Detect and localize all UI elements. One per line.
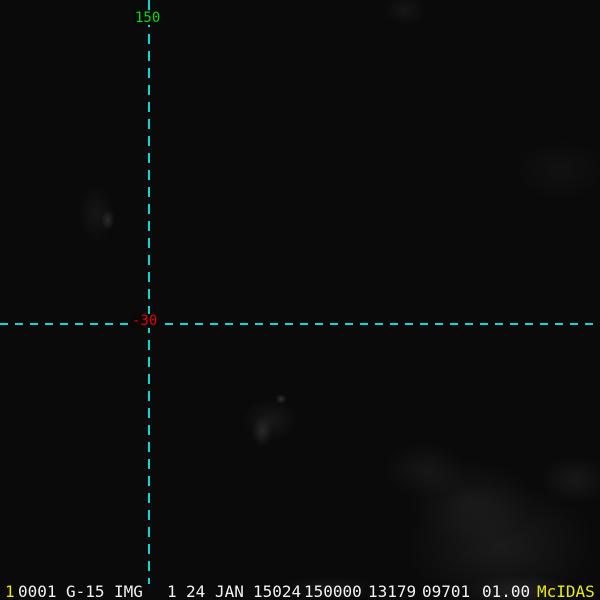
image-grain-layer (0, 0, 600, 600)
sensor-id: G-15 (66, 582, 105, 600)
day-of-month: 24 (186, 582, 206, 600)
month: JAN (215, 582, 244, 600)
image-type: IMG (114, 582, 143, 600)
julian-date: 15024 (253, 582, 302, 600)
frame-number: 1 (5, 582, 15, 600)
latitude-label: -30 (131, 313, 159, 329)
satellite-image-canvas[interactable]: 150 -30 1 0001 G-15 IMG 1 24 JAN 15024 1… (0, 0, 600, 600)
latitude-gridline (0, 323, 600, 325)
band-number: 1 (167, 582, 177, 600)
cloud-imagery-layer (0, 0, 600, 600)
status-annotation-line: 1 0001 G-15 IMG 1 24 JAN 15024 150000 13… (0, 583, 600, 600)
mcidas-brand: McIDAS (537, 582, 595, 600)
dataset-position: 0001 (18, 582, 57, 600)
time-hhmmss: 150000 (304, 582, 362, 600)
image-element: 09701 (422, 582, 471, 600)
longitude-gridline (148, 0, 150, 584)
image-line: 13179 (368, 582, 417, 600)
magnification: 01.00 (482, 582, 531, 600)
longitude-label: 150 (134, 10, 162, 26)
